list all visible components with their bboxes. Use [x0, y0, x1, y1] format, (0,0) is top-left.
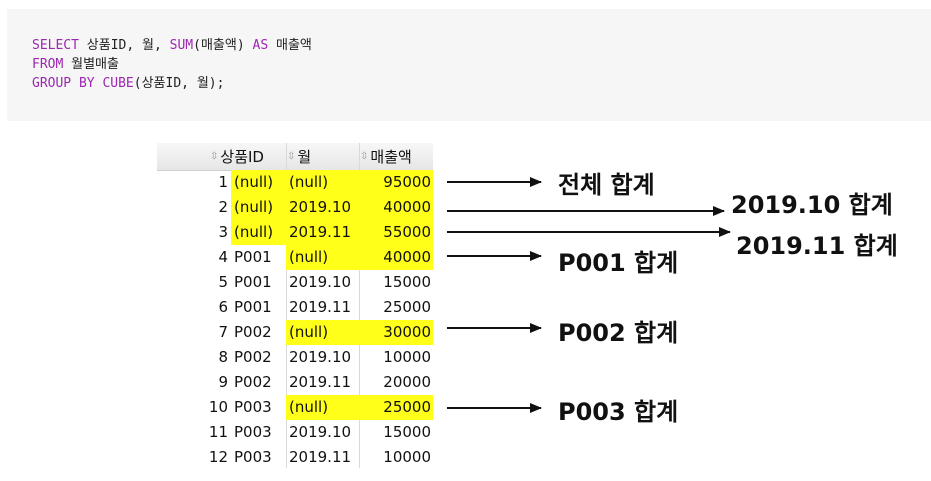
callout-oct-total: 2019.10 합계 — [731, 191, 893, 219]
callout-total: 전체 합계 — [558, 171, 655, 199]
callout-p003-total: P003 합계 — [558, 398, 679, 426]
callout-nov-total: 2019.11 합계 — [736, 232, 898, 260]
callout-p002-total: P002 합계 — [558, 319, 679, 347]
callout-p001-total: P001 합계 — [558, 249, 679, 277]
